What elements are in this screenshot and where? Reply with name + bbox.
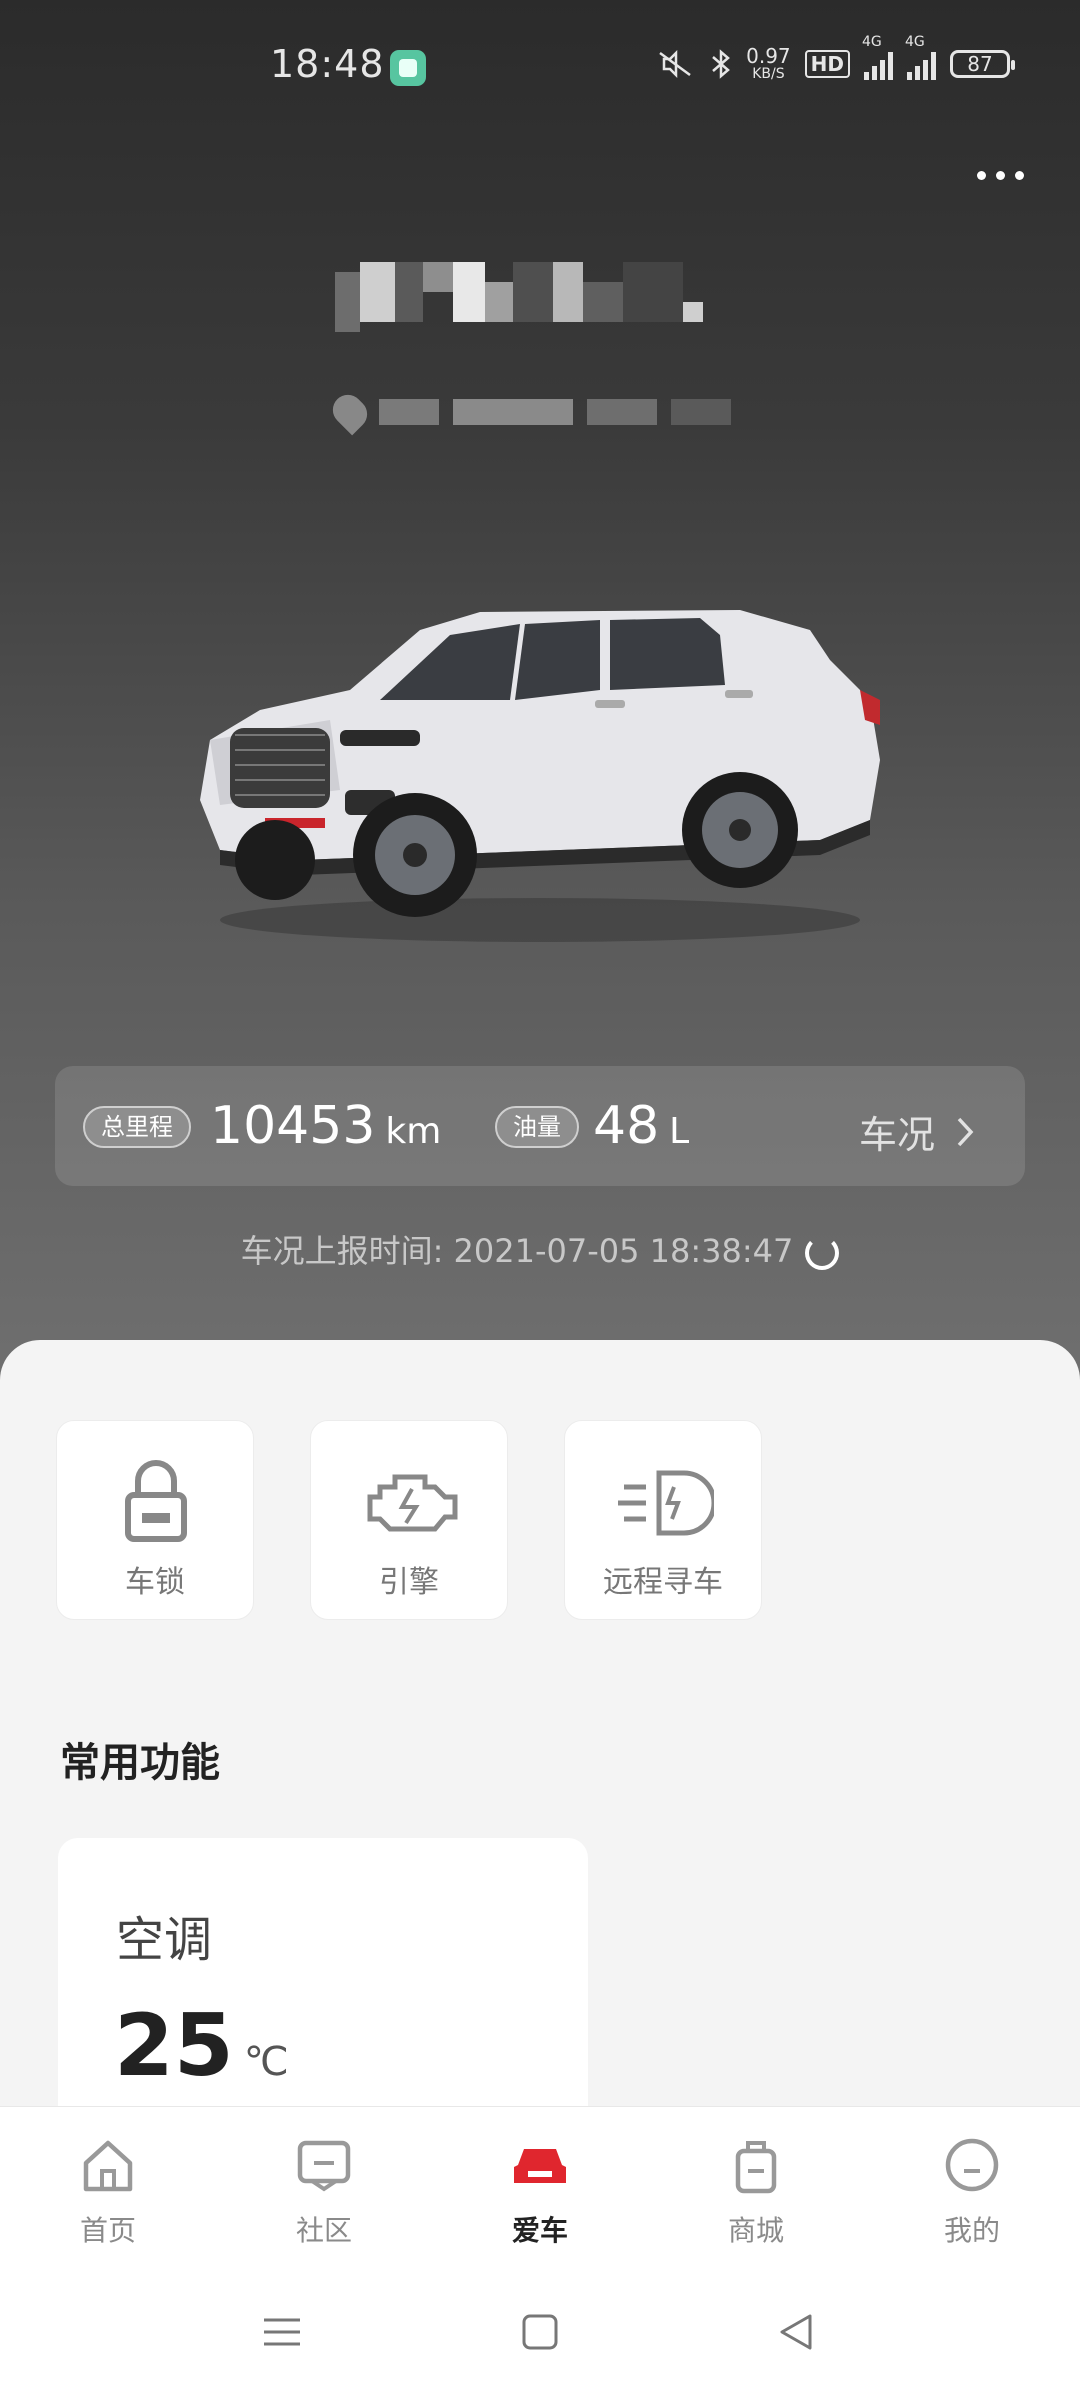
fuel-unit: L bbox=[669, 1111, 690, 1152]
vehicle-condition-link[interactable]: 车况 bbox=[859, 1104, 975, 1159]
mileage-label: 总里程 bbox=[83, 1106, 191, 1148]
report-time-text: 车况上报时间: 2021-07-05 18:38:47 bbox=[240, 1232, 794, 1270]
bluetooth-icon bbox=[712, 49, 731, 79]
air-conditioner-card[interactable]: 空调 25 ℃ bbox=[58, 1838, 588, 2138]
tab-shop-label: 商城 bbox=[727, 2214, 784, 2247]
headlight-icon bbox=[618, 1470, 714, 1536]
network-speed: 0.97 KB/S bbox=[746, 46, 791, 82]
tab-profile[interactable]: 我的 bbox=[892, 2135, 1052, 2255]
bottom-tab-bar: 首页 社区 爱车 商城 我的 bbox=[0, 2106, 1080, 2270]
engine-button[interactable]: 引擎 bbox=[310, 1420, 508, 1620]
report-time: 车况上报时间: 2021-07-05 18:38:47 bbox=[0, 1226, 1080, 1272]
mute-icon bbox=[659, 49, 691, 79]
condition-label: 车况 bbox=[858, 1113, 935, 1157]
tab-my-car[interactable]: 爱车 bbox=[460, 2135, 620, 2255]
common-functions-title: 常用功能 bbox=[60, 1740, 220, 1786]
lock-icon bbox=[125, 1460, 187, 1542]
tab-home[interactable]: 首页 bbox=[28, 2135, 188, 2255]
shop-bag-icon bbox=[735, 2141, 777, 2194]
signal-2: 4G bbox=[905, 34, 936, 80]
hd-badge: HD bbox=[804, 50, 850, 78]
back-triangle-icon[interactable] bbox=[776, 2312, 816, 2352]
lock-label: 车锁 bbox=[125, 1565, 185, 1600]
mileage-number: 10453 bbox=[210, 1096, 376, 1156]
find-car-button[interactable]: 远程寻车 bbox=[564, 1420, 762, 1620]
engine-icon bbox=[367, 1474, 458, 1532]
speed-unit: KB/S bbox=[752, 66, 785, 82]
home-square-icon[interactable] bbox=[520, 2312, 560, 2352]
net2-label: 4G bbox=[905, 34, 925, 50]
home-icon bbox=[83, 2140, 133, 2192]
fuel-label: 油量 bbox=[495, 1106, 579, 1148]
tab-community[interactable]: 社区 bbox=[244, 2135, 404, 2255]
signal-1: 4G bbox=[862, 34, 893, 80]
more-menu-button[interactable] bbox=[960, 150, 1040, 200]
tab-my-car-label: 爱车 bbox=[511, 2214, 568, 2247]
tab-profile-label: 我的 bbox=[943, 2214, 1000, 2247]
status-time: 18:48 bbox=[270, 42, 385, 86]
refresh-icon[interactable] bbox=[805, 1236, 840, 1270]
mileage-value: 10453 km bbox=[210, 1096, 441, 1162]
fuel-number: 48 bbox=[593, 1096, 660, 1156]
battery-level: 87 bbox=[967, 52, 993, 76]
car-image bbox=[200, 610, 880, 942]
menu-icon[interactable] bbox=[262, 2312, 302, 2352]
find-car-label: 远程寻车 bbox=[603, 1565, 723, 1600]
mileage-unit: km bbox=[385, 1111, 442, 1152]
vehicle-name-redacted bbox=[335, 262, 755, 342]
ac-temperature: 25 ℃ bbox=[114, 1996, 289, 2096]
app-notification-icon bbox=[390, 50, 426, 86]
speed-value: 0.97 bbox=[746, 44, 791, 68]
car-icon bbox=[514, 2149, 566, 2183]
tab-shop[interactable]: 商城 bbox=[676, 2135, 836, 2255]
profile-icon bbox=[945, 2138, 999, 2192]
system-nav-bar bbox=[0, 2270, 1080, 2400]
battery-indicator: 87 bbox=[950, 50, 1015, 78]
community-icon bbox=[297, 2140, 351, 2192]
engine-label: 引擎 bbox=[379, 1565, 439, 1600]
fuel-value: 48 L bbox=[593, 1096, 689, 1162]
ac-temp-value: 25 bbox=[114, 1996, 234, 2096]
status-icons: 0.97 KB/S HD 4G 4G 87 bbox=[656, 34, 1015, 82]
ac-title: 空调 bbox=[116, 1912, 213, 1968]
vehicle-stats-bar: 总里程 10453 km 油量 48 L 车况 bbox=[55, 1066, 1025, 1186]
net1-label: 4G bbox=[862, 34, 882, 50]
status-bar: 18:48 0.97 KB/S HD 4G 4G 87 bbox=[0, 0, 1080, 130]
tab-home-label: 首页 bbox=[79, 2214, 136, 2247]
lock-button[interactable]: 车锁 bbox=[56, 1420, 254, 1620]
vehicle-location-redacted bbox=[326, 388, 745, 436]
tab-community-label: 社区 bbox=[295, 2214, 352, 2247]
chevron-right-icon bbox=[957, 1117, 974, 1146]
ac-temp-unit: ℃ bbox=[243, 2039, 289, 2085]
